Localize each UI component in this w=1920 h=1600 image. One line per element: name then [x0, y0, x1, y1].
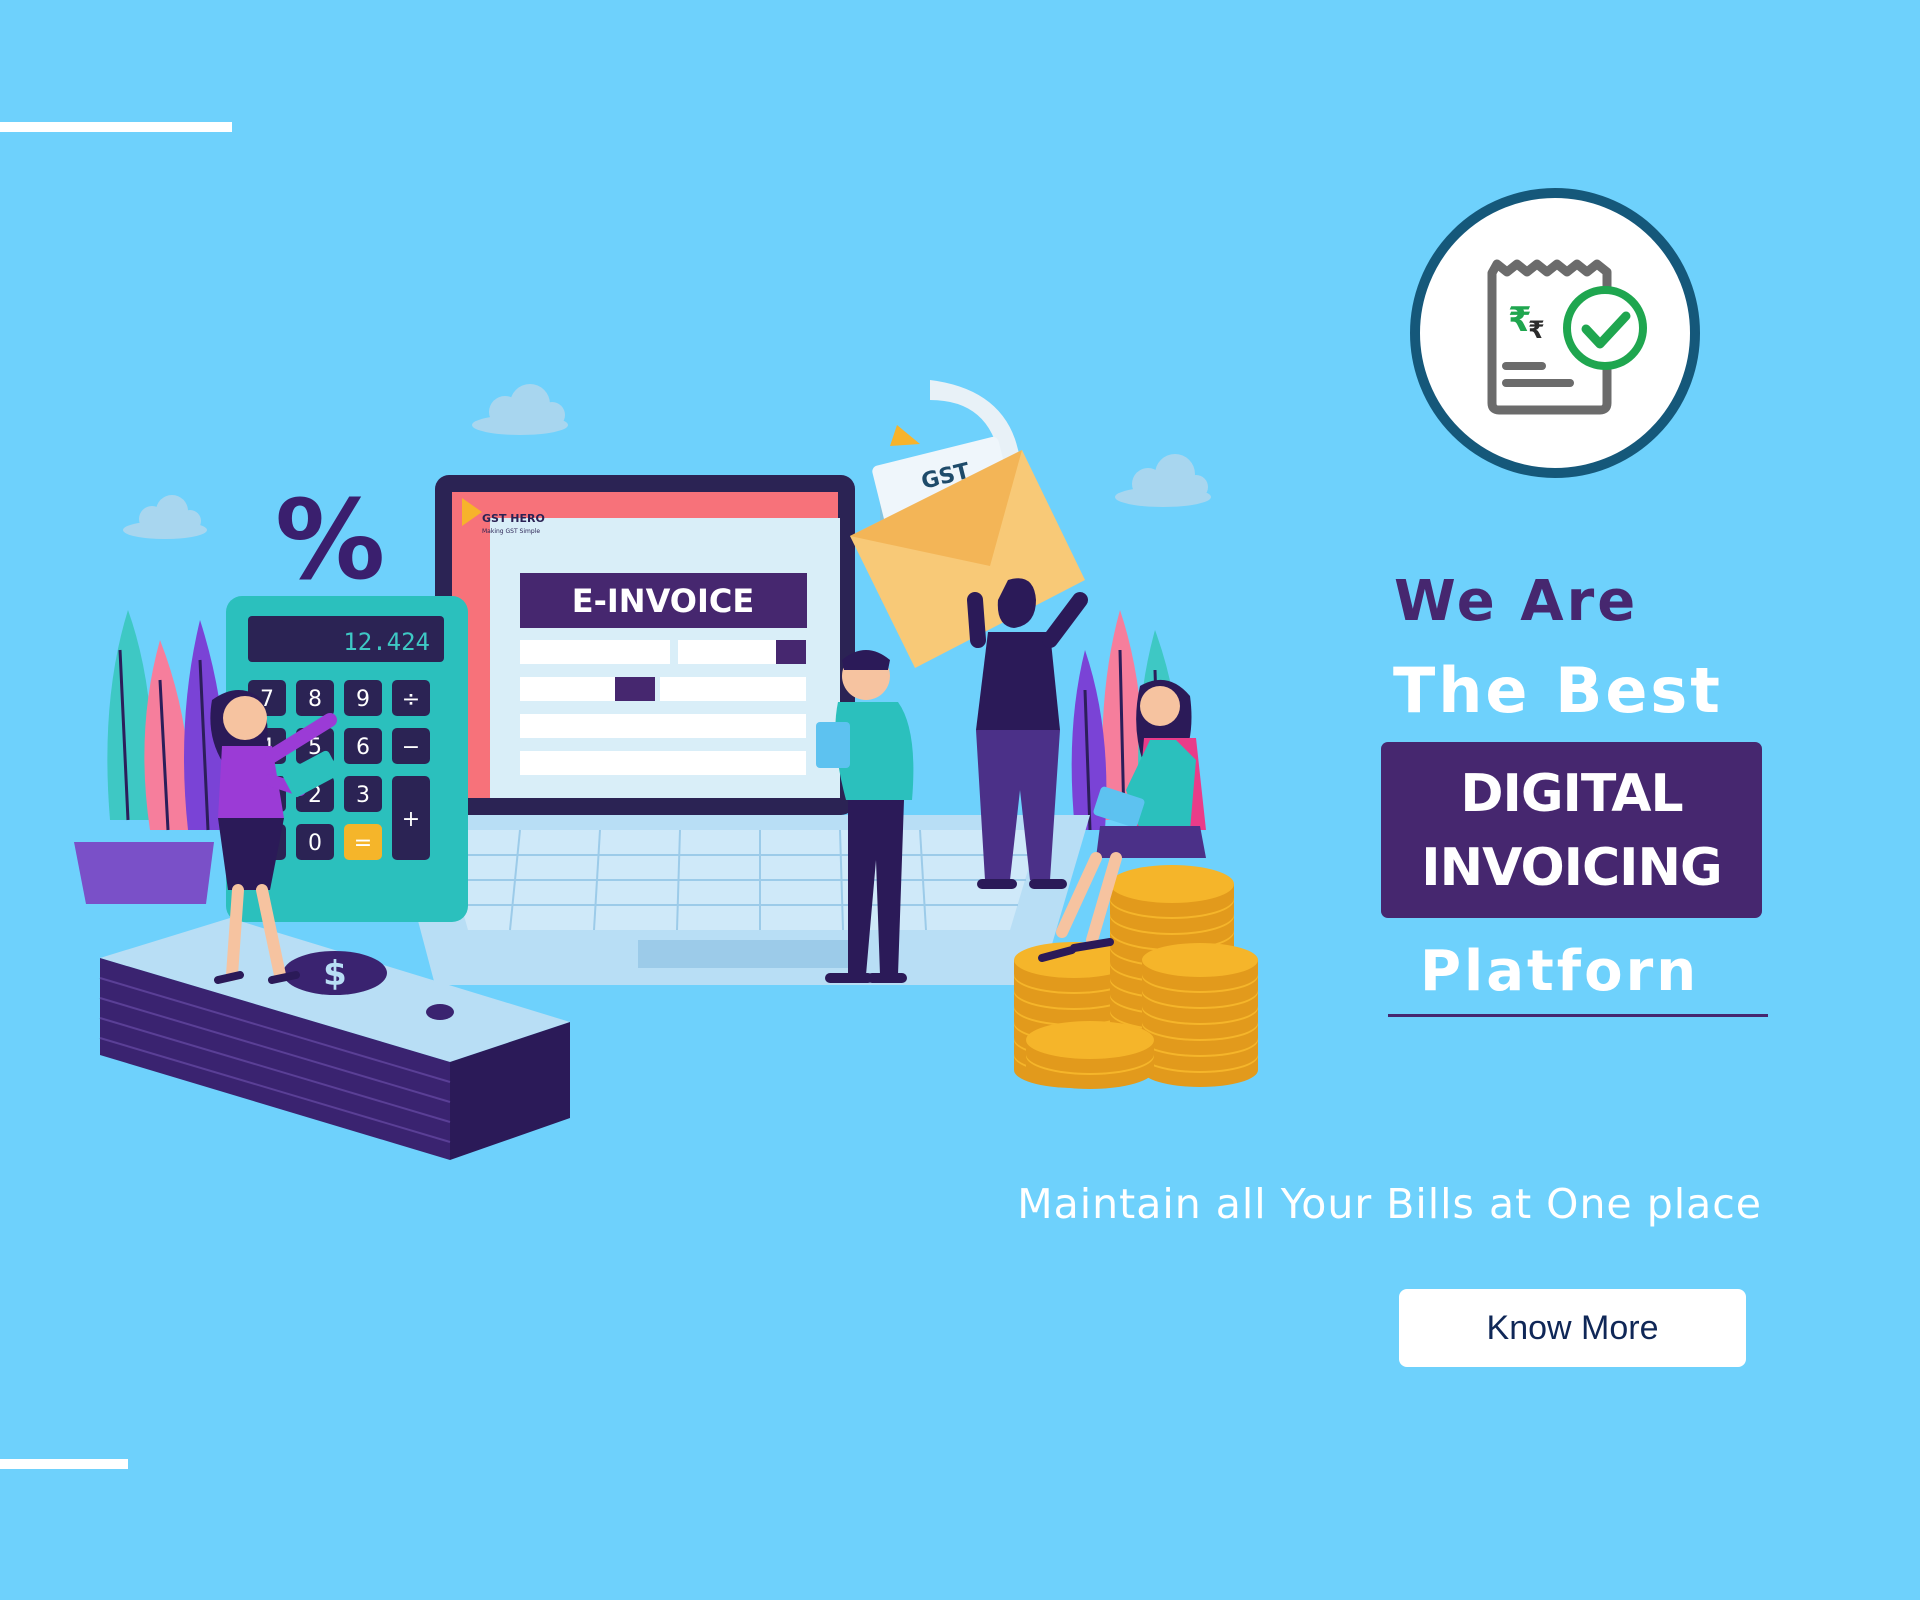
headline-line-3: Platforn [1420, 939, 1700, 1004]
calculator-key-label: 0 [308, 831, 322, 856]
calculator-key-label: 9 [356, 687, 370, 712]
percent-symbol: % [275, 476, 385, 604]
receipt-badge: ₹ ₹ [1410, 188, 1700, 478]
calculator-key-label: 8 [308, 687, 322, 712]
cloud-icon [123, 495, 207, 539]
headline-line-2: The Best [1393, 654, 1723, 727]
decorative-trees-left [74, 610, 227, 904]
calculator-key-label: 6 [356, 735, 370, 760]
headline-highlight: DIGITAL INVOICING [1381, 742, 1762, 918]
rupee-symbol: ₹ [1528, 316, 1545, 344]
cloud-icon [472, 384, 568, 435]
headline-highlight-line-1: DIGITAL [1460, 764, 1683, 824]
envelope-icon: GST [850, 380, 1085, 668]
e-invoice-illustration: E-INVOICE GST HERO Making GST Simple GST… [74, 380, 1258, 1160]
dollar-symbol: $ [323, 954, 347, 994]
calculator-key-label: 3 [356, 783, 370, 808]
calculator-display: 12.424 [343, 628, 430, 656]
bottom-accent-line [0, 1459, 128, 1469]
calculator-key-label: = [354, 831, 372, 856]
headline-highlight-line-2: INVOICING [1421, 838, 1722, 898]
calculator-key-label: ÷ [402, 687, 420, 712]
top-accent-line [0, 122, 232, 132]
calculator-key-label: − [402, 735, 420, 760]
know-more-button[interactable]: Know More [1399, 1289, 1746, 1367]
headline-line-1: We Are [1394, 569, 1639, 634]
coin [1026, 1021, 1154, 1059]
tagline: Maintain all Your Bills at One place [1017, 1180, 1762, 1228]
cloud-icon [1115, 454, 1211, 507]
coin [1110, 865, 1234, 903]
brand-name: GST HERO [482, 512, 545, 525]
screen-title: E-INVOICE [572, 582, 754, 620]
brand-tagline: Making GST Simple [482, 528, 540, 535]
coin [1142, 943, 1258, 977]
receipt-rupee-check-icon: ₹ ₹ [1487, 259, 1647, 415]
headline-underline [1388, 1014, 1768, 1017]
calculator-key-label: + [402, 807, 420, 832]
